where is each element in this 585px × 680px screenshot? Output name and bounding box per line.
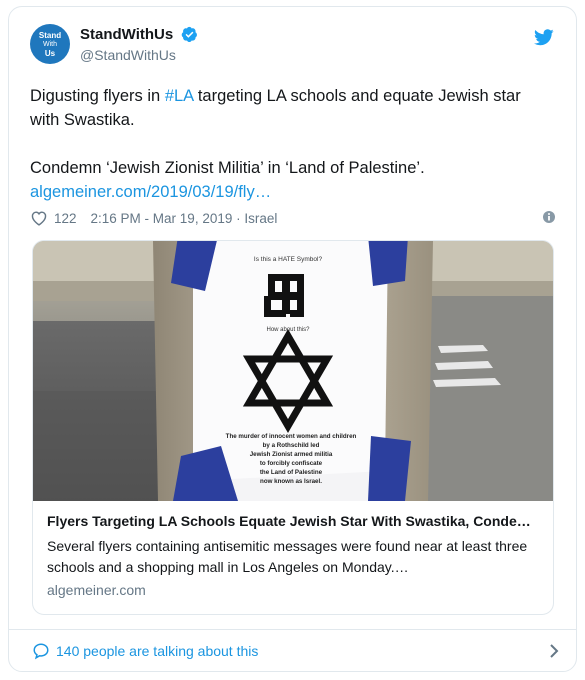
author-info: StandWithUs @StandWithUs <box>80 26 198 63</box>
tweet-text: Digusting flyers in #LA targeting LA sch… <box>30 84 550 204</box>
article-link[interactable]: algemeiner.com/2019/03/19/fly… <box>30 183 271 201</box>
tweet-text-line2: Condemn ‘Jewish Zionist Militia’ in ‘Lan… <box>30 159 425 177</box>
tweet-header: Stand With Us StandWithUs @StandWithUs <box>30 24 556 74</box>
twitter-bird-icon[interactable] <box>534 29 554 46</box>
flyer-text-line: Jewish Zionist armed militia <box>250 451 333 458</box>
avatar-text-stand: Stand <box>38 31 62 40</box>
author-handle[interactable]: @StandWithUs <box>80 47 198 63</box>
hashtag-link[interactable]: #LA <box>165 87 193 105</box>
talking-count-link[interactable]: 140 people are talking about this <box>56 643 258 659</box>
tweet-text-line1: Digusting flyers in #LA targeting LA sch… <box>30 84 550 132</box>
link-preview-card[interactable]: Is this a HATE Symbol? How about this? T… <box>32 240 554 615</box>
flyer-photo-graphic: Is this a HATE Symbol? How about this? T… <box>33 241 553 501</box>
tweet-text-part: Digusting flyers in <box>30 87 165 105</box>
speech-bubble-icon <box>33 642 49 659</box>
flyer-text-line: the Land of Palestine <box>260 469 323 476</box>
info-icon[interactable] <box>542 210 556 224</box>
link-card-domain: algemeiner.com <box>47 582 146 598</box>
verified-badge-icon <box>181 27 197 43</box>
avatar[interactable]: Stand With Us <box>30 24 70 64</box>
meta-separator: · <box>232 210 245 226</box>
like-count[interactable]: 122 <box>54 211 77 226</box>
flyer-question-1: Is this a HATE Symbol? <box>254 256 323 263</box>
tweet-embed-card: Stand With Us StandWithUs @StandWithUs D… <box>8 6 577 672</box>
link-card-title[interactable]: Flyers Targeting LA Schools Equate Jewis… <box>47 511 541 531</box>
link-card-body: Flyers Targeting LA Schools Equate Jewis… <box>47 511 541 598</box>
chevron-right-icon[interactable] <box>548 643 560 659</box>
conversation-footer[interactable]: 140 people are talking about this <box>9 629 576 671</box>
article-photo[interactable]: Is this a HATE Symbol? How about this? T… <box>33 241 553 501</box>
author-display-name[interactable]: StandWithUs <box>80 26 173 43</box>
avatar-text-us: Us <box>44 49 56 58</box>
flyer-text-line: The murder of innocent women and childre… <box>226 433 357 440</box>
flyer-text-line: by a Rothschild led <box>263 442 320 449</box>
heart-icon[interactable] <box>30 210 48 226</box>
location[interactable]: Israel <box>244 211 277 226</box>
timestamp[interactable]: 2:16 PM - Mar 19, 2019 <box>91 211 233 226</box>
avatar-text-with: With <box>43 41 57 48</box>
link-card-description: Several flyers containing antisemitic me… <box>47 538 528 575</box>
flyer-text-line: now known as Israel. <box>260 478 322 485</box>
tweet-meta: 122 2:16 PM - Mar 19, 2019 · Israel <box>30 208 556 228</box>
flyer-text-line: to forcibly confiscate <box>260 460 323 467</box>
